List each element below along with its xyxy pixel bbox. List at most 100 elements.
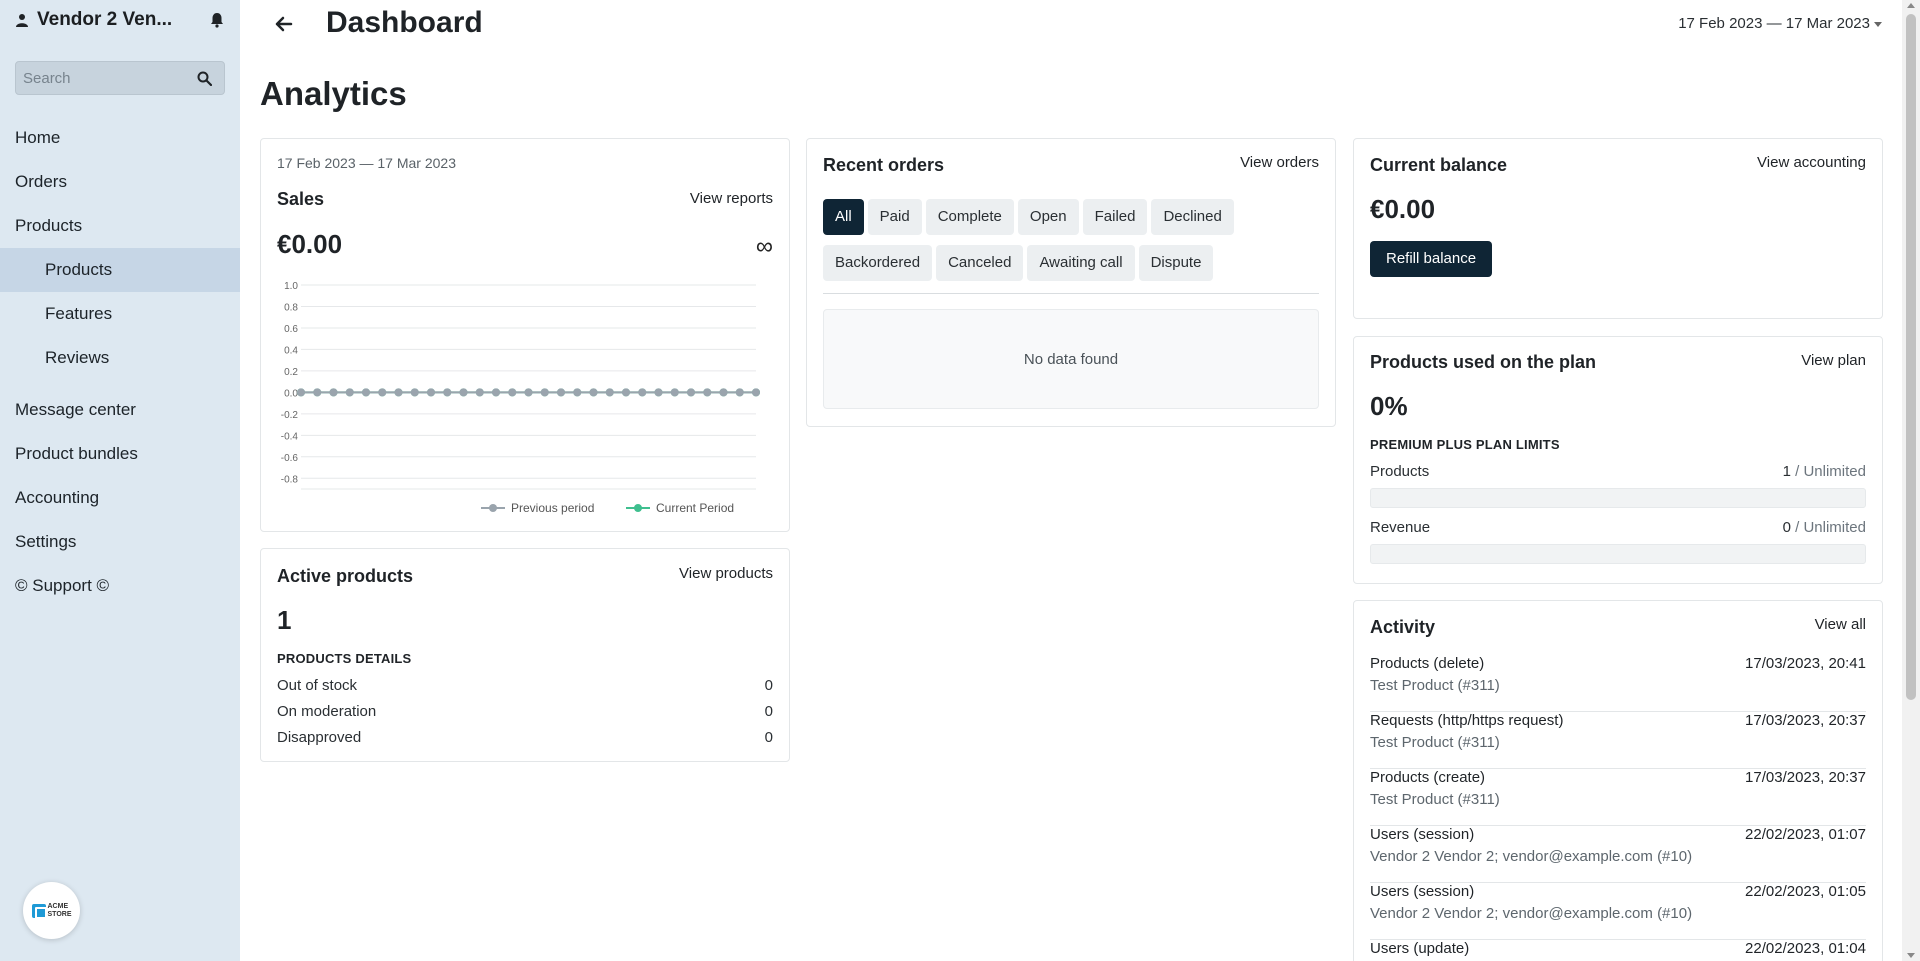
plan-limits-label: PREMIUM PLUS PLAN LIMITS — [1370, 437, 1560, 452]
date-range-picker[interactable]: 17 Feb 2023 — 17 Mar 2023 — [1678, 15, 1882, 32]
vendor-name[interactable]: Vendor 2 Ven... — [37, 9, 209, 31]
search-input[interactable] — [16, 62, 186, 94]
sidebar-subitem-products[interactable]: Products — [0, 248, 240, 292]
plan-title: Products used on the plan — [1370, 352, 1597, 372]
user-icon[interactable] — [15, 13, 29, 27]
chip-complete[interactable]: Complete — [925, 199, 1014, 235]
sidebar-subitem-reviews[interactable]: Reviews — [0, 336, 240, 380]
chip-open[interactable]: Open — [1017, 199, 1079, 235]
data-point — [492, 388, 500, 397]
activity-item[interactable]: Users (update) 22/02/2023, 01:04 — [1370, 940, 1866, 961]
order-status-filter: All Paid Complete Open Failed Declined Backord… — [823, 199, 1323, 291]
plan-products-label: Products — [1370, 463, 1430, 480]
activity-item[interactable]: Products (delete) Test Product (#311) 17/0… — [1370, 655, 1866, 712]
back-arrow-icon[interactable] — [275, 15, 293, 33]
sales-chart: 1.0 0.8 0.6 0.4 0.2 0.0 -0.2 -0.4 -0.6 -0.8 Previo… — [281, 281, 760, 515]
sales-card: 17 Feb 2023 — 17 Mar 2023 Sales View rep… — [260, 138, 790, 532]
scroll-down-icon[interactable] — [1907, 953, 1915, 958]
chip-declined[interactable]: Declined — [1151, 199, 1234, 235]
sidebar-item-message-center[interactable]: Message center — [0, 388, 240, 432]
activity-title-text: Users (update) — [1370, 940, 1470, 957]
view-products-link[interactable]: View products — [679, 565, 773, 582]
activity-subject: Test Product (#311) — [1370, 677, 1500, 694]
data-point — [703, 388, 712, 397]
balance-title: Current balance — [1370, 155, 1508, 175]
y-tick-label: 0.0 — [284, 388, 298, 399]
bell-icon[interactable] — [209, 12, 225, 28]
activity-item[interactable]: Users (session) Vendor 2 Vendor 2; vendor… — [1370, 883, 1866, 940]
search-icon[interactable] — [197, 71, 212, 86]
activity-time: 17/03/2023, 20:37 — [1745, 712, 1866, 729]
data-point — [329, 388, 338, 397]
data-point — [443, 388, 452, 397]
sales-title: Sales — [277, 189, 325, 209]
caret-down-icon — [1874, 21, 1882, 27]
scroll-thumb[interactable] — [1906, 14, 1916, 700]
chip-canceled[interactable]: Canceled — [936, 245, 1024, 281]
data-point — [752, 388, 760, 397]
data-point — [605, 388, 614, 397]
activity-subject: Test Product (#311) — [1370, 734, 1500, 751]
store-logo-text: ACME STORE — [47, 902, 72, 918]
chip-dispute[interactable]: Dispute — [1138, 245, 1214, 281]
data-point — [394, 388, 403, 397]
y-tick-label: 0.8 — [284, 302, 298, 313]
store-logo-icon — [31, 903, 47, 919]
plan-revenue-progress — [1370, 544, 1866, 564]
sales-change: ∞ — [755, 233, 773, 260]
sidebar-item-products[interactable]: Products — [0, 204, 240, 248]
sidebar-item-support[interactable]: © Support © — [0, 564, 240, 608]
plan-products-progress — [1370, 488, 1866, 508]
activity-item[interactable]: Requests (http/https request) Test Produc… — [1370, 712, 1866, 769]
plan-revenue-limit: 0 / Unlimited — [1782, 519, 1866, 536]
page-scrollbar[interactable] — [1902, 0, 1920, 961]
chip-awaiting-call[interactable]: Awaiting call — [1027, 245, 1135, 281]
activity-title-text: Products (create) — [1370, 769, 1486, 786]
date-range-label: 17 Feb 2023 — 17 Mar 2023 — [1678, 15, 1870, 32]
sidebar-item-product-bundles[interactable]: Product bundles — [0, 432, 240, 476]
detail-label: Disapproved — [277, 729, 362, 746]
activity-time: 22/02/2023, 01:07 — [1745, 826, 1866, 843]
section-title: Analytics — [260, 75, 407, 112]
scroll-up-icon[interactable] — [1907, 3, 1915, 8]
y-tick-label: 0.2 — [284, 367, 298, 378]
sidebar-item-home[interactable]: Home — [0, 116, 240, 160]
activity-time: 17/03/2023, 20:41 — [1745, 655, 1866, 672]
store-logo[interactable]: ACME STORE — [23, 882, 80, 939]
detail-value: 0 — [764, 703, 773, 720]
data-point — [735, 388, 744, 397]
sidebar-item-settings[interactable]: Settings — [0, 520, 240, 564]
view-plan-link[interactable]: View plan — [1801, 352, 1866, 369]
plan-card: Products used on the plan View plan 0% P… — [1353, 336, 1883, 584]
refill-balance-button[interactable]: Refill balance — [1370, 241, 1493, 277]
y-tick-label: 0.6 — [284, 324, 298, 335]
chip-all[interactable]: All — [823, 199, 864, 235]
view-accounting-link[interactable]: View accounting — [1757, 154, 1866, 171]
data-point — [589, 388, 598, 397]
legend-marker — [634, 504, 642, 512]
activity-title-text: Users (session) — [1370, 883, 1475, 900]
sidebar-item-orders[interactable]: Orders — [0, 160, 240, 204]
sidebar-subitem-features[interactable]: Features — [0, 292, 240, 336]
data-point — [687, 388, 695, 397]
sales-date-range: 17 Feb 2023 — 17 Mar 2023 — [277, 155, 457, 171]
chip-paid[interactable]: Paid — [867, 199, 922, 235]
data-point — [654, 388, 663, 397]
activity-item[interactable]: Products (create) Test Product (#311) 17/0… — [1370, 769, 1866, 826]
view-orders-link[interactable]: View orders — [1240, 154, 1319, 171]
sales-value: €0.00 — [277, 229, 343, 259]
view-reports-link[interactable]: View reports — [690, 190, 773, 207]
y-tick-label: -0.4 — [281, 431, 299, 442]
data-point — [362, 388, 370, 397]
view-all-link[interactable]: View all — [1815, 616, 1866, 633]
orders-divider — [823, 293, 1319, 294]
data-point — [508, 388, 517, 397]
balance-card: Current balance View accounting €0.00 Re… — [1353, 138, 1883, 319]
sidebar-item-accounting[interactable]: Accounting — [0, 476, 240, 520]
data-point — [524, 388, 533, 397]
activity-item[interactable]: Users (session) Vendor 2 Vendor 2; vendor… — [1370, 826, 1866, 883]
chip-backordered[interactable]: Backordered — [823, 245, 933, 281]
activity-subject: Vendor 2 Vendor 2; vendor@example.com (#… — [1370, 905, 1693, 922]
y-tick-label: 0.4 — [284, 345, 298, 356]
chip-failed[interactable]: Failed — [1082, 199, 1148, 235]
